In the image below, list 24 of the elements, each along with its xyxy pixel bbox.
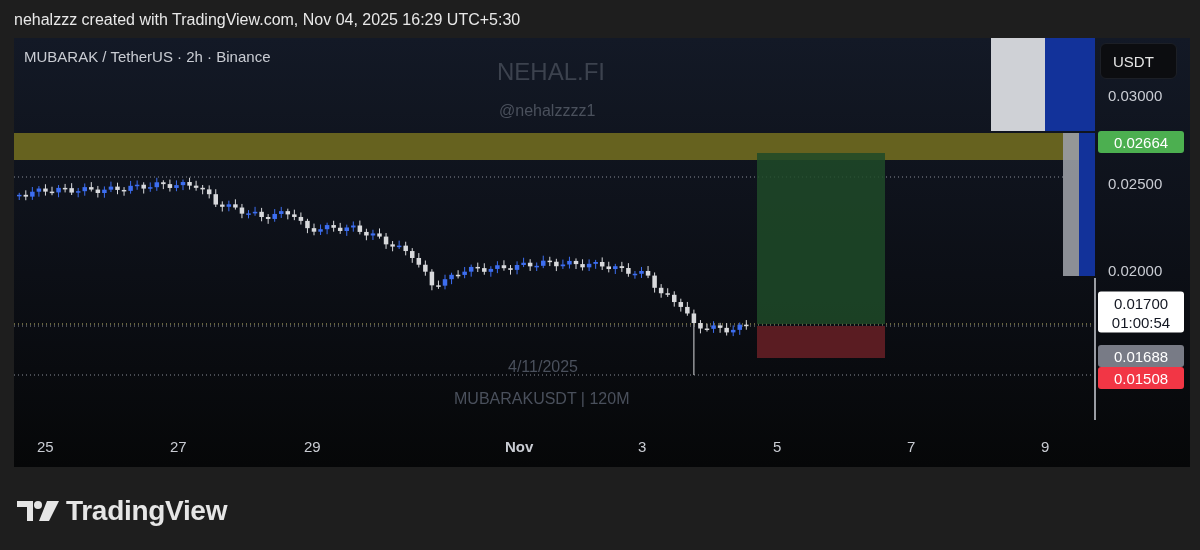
time-label: 27	[170, 438, 187, 456]
time-label: 9	[1041, 438, 1050, 456]
chart-watermark: 4/11/2025	[508, 358, 578, 376]
price-label: 0.03000	[1108, 86, 1163, 104]
price-label: 0.02000	[1108, 261, 1163, 279]
chart-watermark: MUBARAKUSDT | 120M	[454, 390, 630, 408]
time-label: 5	[773, 438, 782, 456]
chart-caption: nehalzzz created with TradingView.com, Nov 04, 2025 16:29 UTC+5:30	[13, 10, 522, 30]
logo-icon	[17, 501, 59, 521]
currency-button[interactable]: USDT	[1100, 43, 1177, 79]
price-badge: 0.02664	[1098, 131, 1184, 153]
time-label: 29	[304, 438, 321, 456]
price-badge: 0.01688	[1098, 345, 1184, 367]
time-label: 25	[37, 438, 54, 456]
candle	[744, 319, 749, 331]
time-label: 3	[638, 438, 647, 456]
time-label: Nov	[505, 438, 534, 456]
price-badge: 0.01700 01:00:54	[1098, 291, 1184, 333]
price-badge: 0.01508	[1098, 367, 1184, 389]
price-label: 0.02500	[1108, 174, 1163, 192]
logo-text: TradingView	[66, 495, 228, 527]
chart-watermark: @nehalzzzz1	[499, 102, 596, 120]
symbol-title: MUBARAK / TetherUS · 2h · Binance	[24, 48, 271, 65]
time-label: 7	[907, 438, 916, 456]
